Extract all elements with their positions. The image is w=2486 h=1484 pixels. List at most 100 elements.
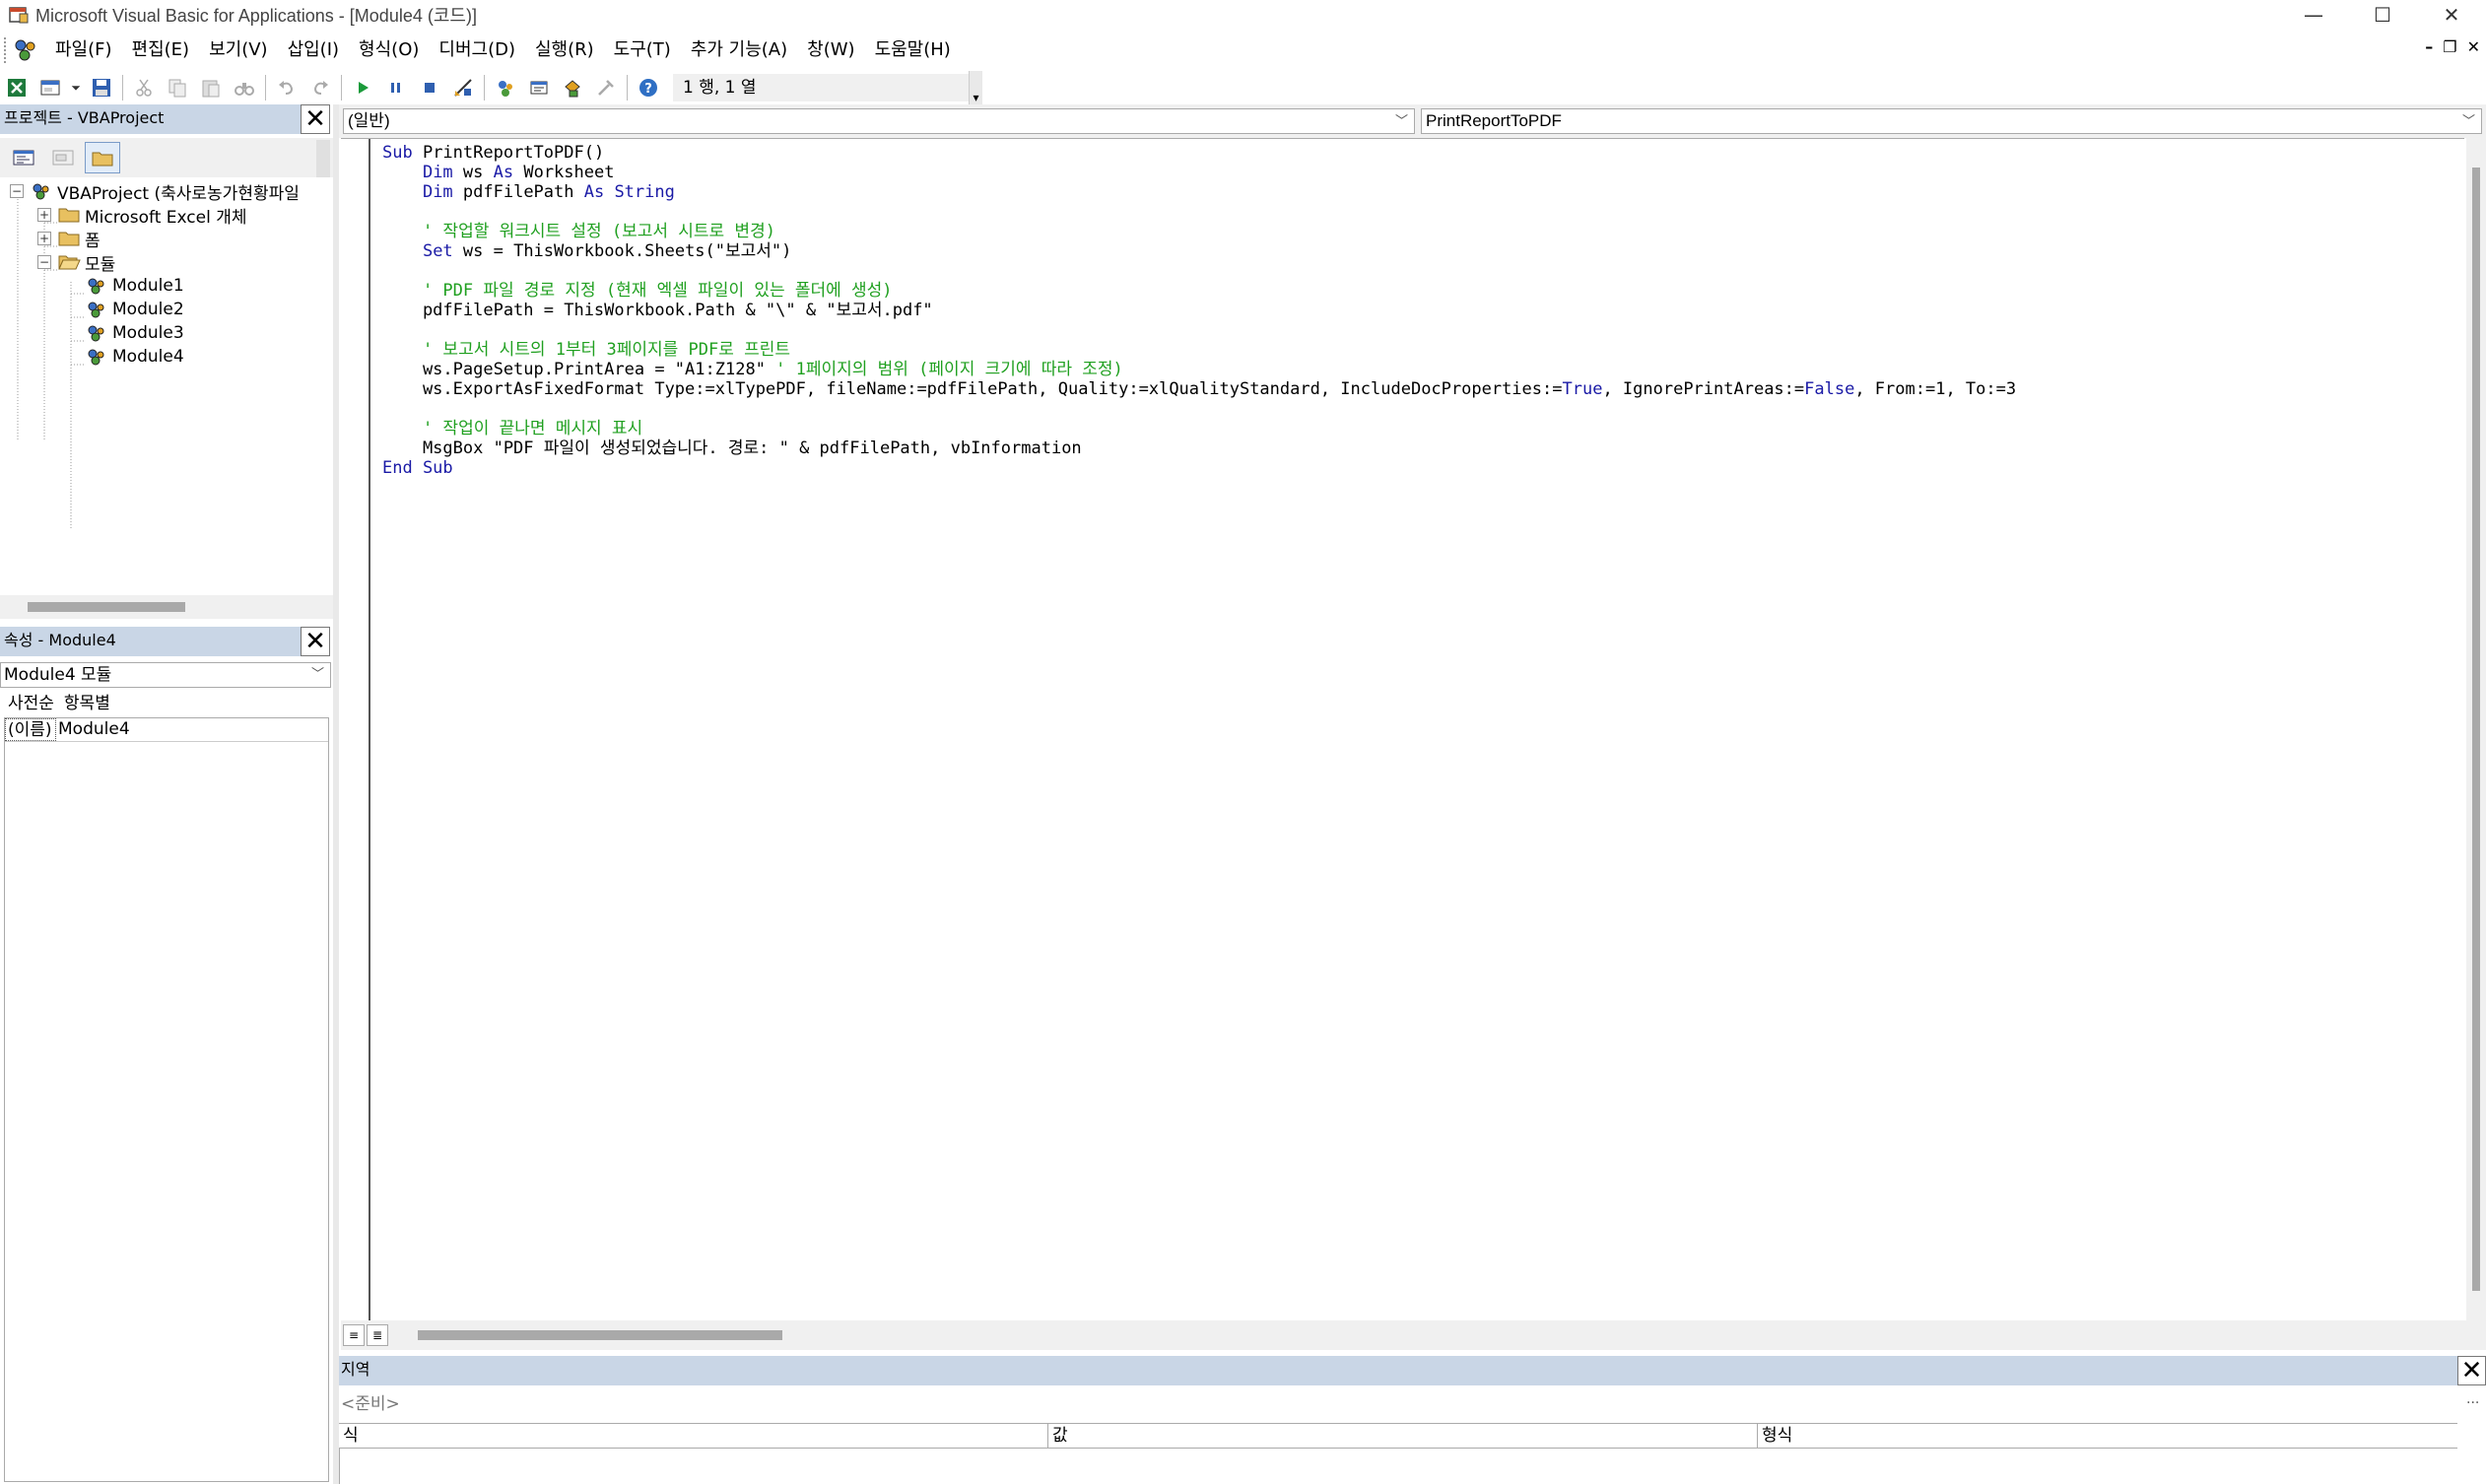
copy-button[interactable] — [163, 73, 192, 102]
view-object-button[interactable] — [45, 142, 81, 173]
close-window-button[interactable]: ✕ — [2417, 0, 2486, 30]
scrollbar-thumb[interactable] — [28, 602, 185, 612]
insert-dropdown-arrow[interactable] — [69, 73, 83, 102]
vba-project-icon[interactable] — [12, 36, 39, 64]
module-icon — [85, 276, 108, 296]
help-button[interactable]: ? — [634, 73, 663, 102]
code-vscrollbar[interactable] — [2466, 138, 2486, 1324]
menu-grip[interactable] — [4, 37, 8, 63]
toolbar-separator — [484, 75, 485, 101]
chevron-down-icon: ﹀ — [1394, 113, 1408, 128]
project-tree: − VBAProject (축사로농가현황파일 + Microsoft Exce… — [0, 177, 329, 591]
menu-format[interactable]: 형식(O) — [349, 34, 429, 66]
undo-button[interactable] — [272, 73, 302, 102]
mdi-close-button[interactable]: ✕ — [2467, 37, 2480, 56]
folder-icon — [57, 205, 81, 225]
design-mode-button[interactable] — [448, 73, 478, 102]
maximize-button[interactable]: ☐ — [2348, 0, 2417, 30]
code-hscrollbar[interactable]: ≡ ≣ — [341, 1320, 2486, 1350]
tree-item-excel-objects[interactable]: + Microsoft Excel 개체 — [37, 203, 246, 228]
property-row[interactable]: (이름) Module4 — [5, 718, 328, 742]
scrollbar-thumb[interactable] — [2472, 168, 2480, 1291]
tree-item-label: Module4 — [112, 347, 184, 367]
tab-alphabetic[interactable]: 사전순 — [8, 690, 54, 717]
mdi-restore-button[interactable]: ❐ — [2443, 37, 2456, 56]
properties-object-select[interactable]: Module4 모듈 ﹀ — [0, 662, 331, 688]
menu-edit[interactable]: 편집(E) — [122, 34, 200, 66]
collapse-toggle[interactable]: − — [37, 255, 51, 269]
svg-text:?: ? — [644, 82, 652, 97]
tree-item-module4[interactable]: Module4 — [85, 345, 184, 369]
full-module-view-button[interactable]: ≣ — [367, 1324, 388, 1346]
margin-indicator-bar[interactable] — [341, 139, 370, 1321]
expand-toggle[interactable]: + — [37, 232, 51, 245]
menu-debug[interactable]: 디버그(D) — [429, 34, 525, 66]
tree-item-modules[interactable]: − 모듈 — [37, 250, 115, 275]
property-value[interactable]: Module4 — [56, 718, 130, 741]
run-button[interactable] — [348, 73, 377, 102]
locals-list — [339, 1449, 2457, 1484]
find-button[interactable] — [230, 73, 259, 102]
scrollbar-thumb[interactable] — [418, 1330, 782, 1340]
menu-insert[interactable]: 삽입(I) — [278, 34, 349, 66]
object-combo[interactable]: (일반) ﹀ — [343, 108, 1415, 134]
minimize-button[interactable]: — — [2279, 0, 2348, 30]
properties-window-button[interactable] — [524, 73, 554, 102]
view-code-button[interactable] — [6, 142, 41, 173]
project-panel-scrollbar[interactable] — [316, 140, 330, 177]
mdi-minimize-button[interactable]: – — [2425, 37, 2433, 56]
menu-help[interactable]: 도움말(H) — [865, 34, 961, 66]
collapse-toggle[interactable]: − — [10, 184, 24, 198]
project-panel-close-button[interactable]: ✕ — [301, 104, 330, 134]
tree-item-module1[interactable]: Module1 — [85, 274, 184, 298]
menu-run[interactable]: 실행(R) — [525, 34, 604, 66]
object-browser-icon — [565, 80, 580, 98]
toolbar-options[interactable]: ▾ — [969, 71, 982, 104]
view-excel-button[interactable] — [2, 73, 32, 102]
tree-item-forms[interactable]: + 폼 — [37, 227, 101, 251]
procedure-combo[interactable]: PrintReportToPDF ﹀ — [1421, 108, 2482, 134]
menu-window[interactable]: 창(W) — [797, 34, 864, 66]
properties-panel-close-button[interactable]: ✕ — [301, 627, 330, 656]
toggle-folders-button[interactable] — [85, 142, 120, 173]
paste-button[interactable] — [196, 73, 226, 102]
code-text[interactable]: Sub PrintReportToPDF() Dim ws As Workshe… — [382, 143, 2016, 478]
tree-item-module3[interactable]: Module3 — [85, 321, 184, 345]
excel-icon — [8, 79, 26, 97]
toolbar-separator — [627, 75, 628, 101]
tab-categorized[interactable]: 항목별 — [64, 690, 110, 717]
procedure-view-button[interactable]: ≡ — [343, 1324, 365, 1346]
cut-button[interactable] — [129, 73, 159, 102]
tree-item-module2[interactable]: Module2 — [85, 298, 184, 321]
code-editor[interactable]: Sub PrintReportToPDF() Dim ws As Workshe… — [341, 138, 2464, 1321]
project-tree-hscrollbar[interactable] — [0, 595, 333, 619]
tree-item-label: Module3 — [112, 323, 184, 343]
object-browser-button[interactable] — [558, 73, 587, 102]
properties-tabs: 사전순 항목별 — [0, 690, 331, 717]
chevron-down-icon: ﹀ — [310, 667, 324, 682]
column-expression[interactable]: 식 — [339, 1424, 1048, 1448]
save-button[interactable] — [87, 73, 116, 102]
tree-item-label: VBAProject (축사로농가현황파일 — [57, 183, 300, 204]
column-type[interactable]: 형식 — [1758, 1424, 2457, 1448]
tree-item-vbaproject[interactable]: − VBAProject (축사로농가현황파일 — [10, 179, 300, 204]
break-button[interactable] — [381, 73, 411, 102]
menu-addins[interactable]: 추가 기능(A) — [681, 34, 797, 66]
insert-userform-button[interactable] — [35, 73, 65, 102]
locals-close-button[interactable]: ✕ — [2457, 1356, 2486, 1385]
module-icon — [85, 347, 108, 367]
locals-call-stack-button[interactable]: ... — [2466, 1391, 2479, 1407]
pause-icon — [391, 83, 400, 93]
reset-button[interactable] — [415, 73, 444, 102]
menu-view[interactable]: 보기(V) — [199, 34, 277, 66]
expand-toggle[interactable]: + — [37, 208, 51, 222]
toolbox-button[interactable] — [591, 73, 621, 102]
project-explorer-button[interactable] — [491, 73, 520, 102]
menu-tools[interactable]: 도구(T) — [604, 34, 681, 66]
menu-file[interactable]: 파일(F) — [45, 34, 122, 66]
panel-splitter[interactable] — [333, 104, 339, 1484]
column-value[interactable]: 값 — [1048, 1424, 1758, 1448]
object-combo-value: (일반) — [348, 111, 390, 130]
redo-button[interactable] — [305, 73, 335, 102]
design-mode-icon — [454, 79, 472, 97]
